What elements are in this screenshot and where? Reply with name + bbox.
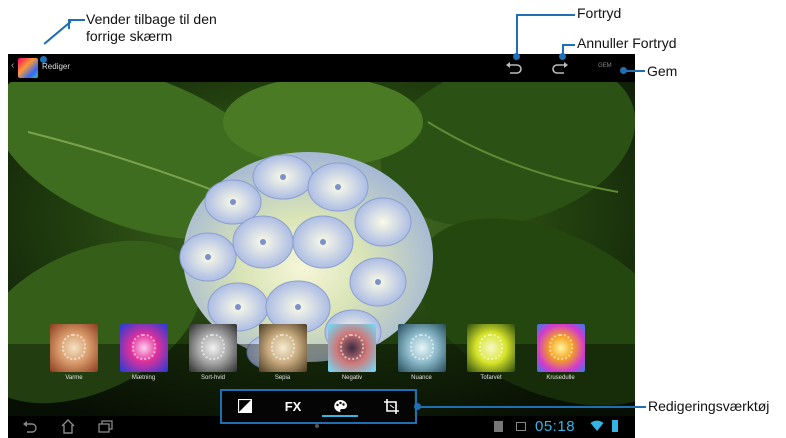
black-white-thumbnail[interactable] [189,324,237,372]
doodle-thumbnail[interactable] [536,324,585,372]
clock: 05:18 [535,418,576,435]
action-bar: ‹ Rediger GEM [8,54,635,82]
callout-back-line1: Vender tilbage til den [86,11,217,27]
undo-icon[interactable] [505,60,523,76]
photo-canvas: Varme Mætning Sort-hvid Sepia Negativ Nuance T… [8,82,635,416]
callout-redo: Annuller Fortryd [577,35,677,51]
home-nav-icon[interactable] [60,419,76,434]
back-button[interactable]: ‹ Rediger [8,54,88,82]
warm-thumbnail[interactable] [50,324,98,372]
sd-card-icon [494,421,503,432]
duotone-thumbnail[interactable] [467,324,515,372]
thumbnail-flower-shape [479,334,503,360]
gallery-app-icon [18,58,38,78]
thumbnail-flower-shape [62,334,86,360]
effect-label: Krusedulle [546,375,575,381]
callout-redo-dot [559,53,566,60]
wifi-icon [590,420,604,431]
toolbar-highlight-frame [220,389,417,424]
callout-undo: Fortryd [577,5,622,21]
effect-label: Negativ [341,375,363,381]
thumbnail-flower-shape [270,334,295,360]
callout-tools: Redigeringsværktøj [648,398,770,414]
effect-label: Sepia [274,375,291,381]
effect-label: Sort-hvid [200,375,225,381]
nav-dot [315,424,319,428]
thumbnail-flower-shape [131,334,156,360]
recent-apps-icon[interactable] [98,420,114,434]
back-nav-icon[interactable] [22,420,38,434]
callout-save: Gem [647,63,678,79]
sepia-thumbnail[interactable] [258,324,307,372]
effect-label: Mætning [131,375,156,381]
effect-label: Varme [65,375,83,381]
saturation-thumbnail[interactable] [119,324,168,372]
callout-undo-dot [513,53,520,60]
chevron-left-icon: ‹ [11,60,15,71]
actionbar-title: Rediger [42,62,71,71]
effect-label: Nuance [411,375,432,381]
callout-undo-line-h [516,14,575,16]
callout-back-line-d [43,20,72,45]
save-button[interactable]: GEM [598,63,612,69]
callout-redo-line-h [562,44,575,46]
effect-label: Tofarvet [480,375,502,381]
callout-save-dot [620,67,627,74]
callout-tools-line [417,406,646,408]
thumbnail-flower-shape [201,334,225,360]
callout-back-line2: forrige skærm [86,28,173,44]
callout-save-line [625,70,645,72]
hue-thumbnail[interactable] [397,324,446,372]
callout-back: Vender tilbage til den forrige skærm [86,11,217,45]
image-notification-icon [516,422,526,431]
callout-tools-dot [414,403,421,410]
thumbnail-flower-shape [340,334,364,360]
callout-back-dot [40,56,47,63]
negative-thumbnail[interactable] [328,324,376,372]
tablet-screen: ‹ Rediger GEM Varme Mætning Sort-hvid Se… [8,54,635,438]
thumbnail-flower-shape [409,334,434,360]
callout-undo-line-v [516,14,518,54]
thumbnail-flower-shape [548,334,573,360]
redo-icon[interactable] [551,60,569,76]
battery-icon [612,420,618,432]
